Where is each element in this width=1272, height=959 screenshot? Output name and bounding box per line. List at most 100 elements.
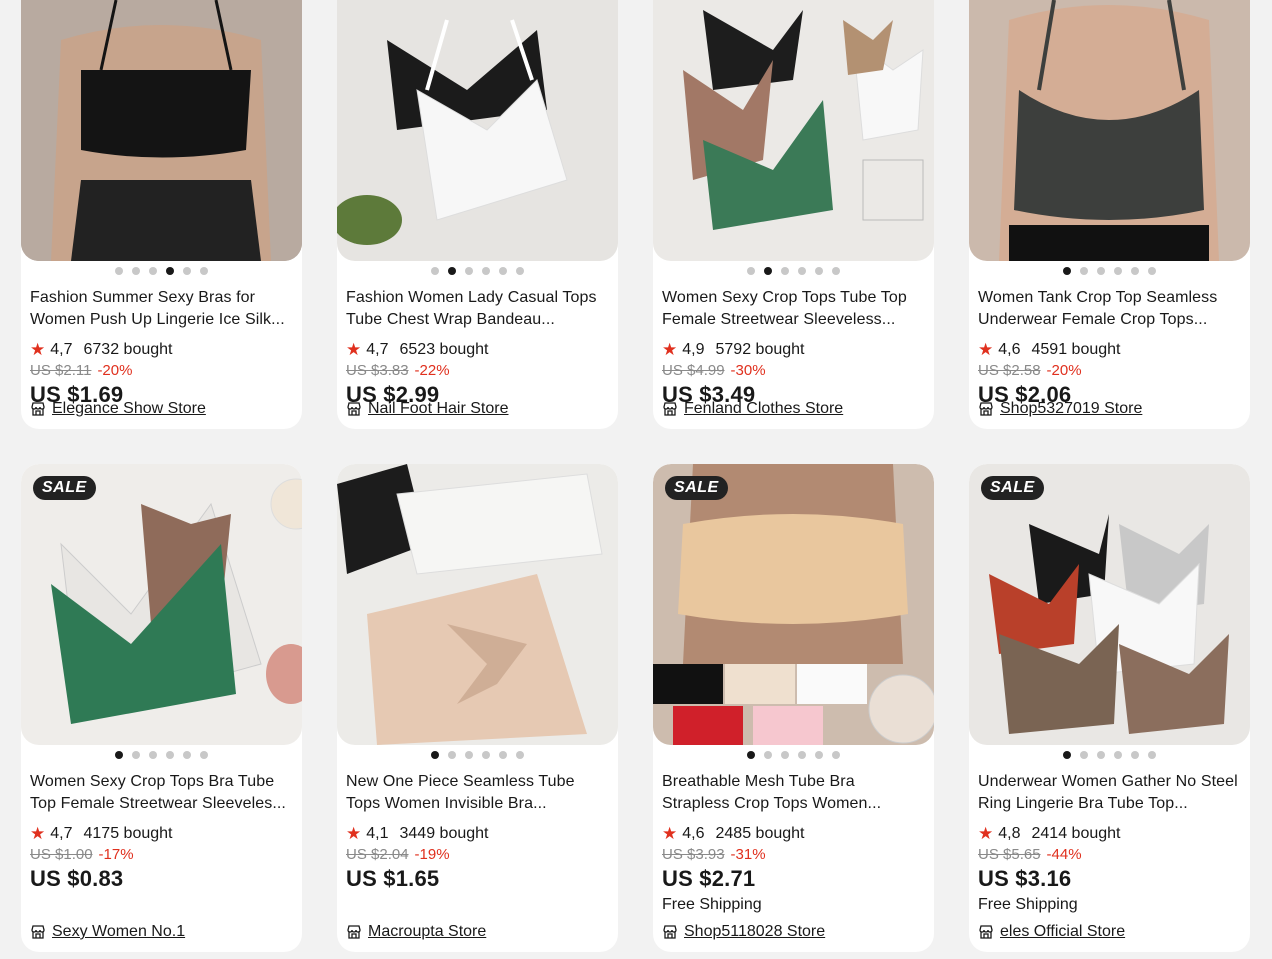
product-title[interactable]: Fashion Summer Sexy Bras for Women Push … — [30, 287, 293, 331]
carousel-dot[interactable] — [499, 267, 507, 275]
product-title[interactable]: Underwear Women Gather No Steel Ring Lin… — [978, 771, 1241, 815]
store-link[interactable]: Fenland Clothes Store — [662, 399, 843, 419]
carousel-dot[interactable] — [1114, 751, 1122, 759]
image-carousel-dots[interactable] — [21, 266, 302, 276]
carousel-dot[interactable] — [448, 267, 456, 275]
carousel-dot[interactable] — [747, 751, 755, 759]
product-title[interactable]: Fashion Women Lady Casual Tops Tube Ches… — [346, 287, 609, 331]
carousel-dot[interactable] — [781, 267, 789, 275]
image-carousel-dots[interactable] — [21, 750, 302, 760]
product-card[interactable]: Women Tank Crop Top Seamless Underwear F… — [969, 0, 1250, 429]
product-card[interactable]: SALE Underwear Women Gather No Steel Rin… — [969, 464, 1250, 952]
carousel-dot[interactable] — [115, 267, 123, 275]
carousel-dot[interactable] — [798, 267, 806, 275]
store-link[interactable]: Shop5118028 Store — [662, 922, 825, 942]
carousel-dot[interactable] — [781, 751, 789, 759]
carousel-dot[interactable] — [183, 267, 191, 275]
store-name[interactable]: Elegance Show Store — [52, 399, 206, 419]
product-image[interactable] — [21, 0, 302, 261]
carousel-dot[interactable] — [132, 267, 140, 275]
carousel-dot[interactable] — [1080, 751, 1088, 759]
image-carousel-dots[interactable] — [337, 750, 618, 760]
image-carousel-dots[interactable] — [653, 750, 934, 760]
carousel-dot[interactable] — [1097, 267, 1105, 275]
store-name[interactable]: Shop5118028 Store — [684, 922, 825, 942]
carousel-dot[interactable] — [1148, 267, 1156, 275]
product-title[interactable]: Women Tank Crop Top Seamless Underwear F… — [978, 287, 1241, 331]
star-icon: ★ — [662, 824, 678, 843]
carousel-dot[interactable] — [200, 751, 208, 759]
carousel-dot[interactable] — [431, 267, 439, 275]
image-carousel-dots[interactable] — [337, 266, 618, 276]
discount-badge: -19% — [414, 846, 450, 863]
product-card[interactable]: Fashion Summer Sexy Bras for Women Push … — [21, 0, 302, 429]
store-link[interactable]: Macroupta Store — [346, 922, 486, 942]
carousel-dot[interactable] — [832, 751, 840, 759]
store-link[interactable]: Nail Foot Hair Store — [346, 399, 509, 419]
product-title[interactable]: Breathable Mesh Tube Bra Strapless Crop … — [662, 771, 925, 815]
carousel-dot[interactable] — [448, 751, 456, 759]
product-image[interactable] — [653, 0, 934, 261]
carousel-dot[interactable] — [516, 267, 524, 275]
store-name[interactable]: Fenland Clothes Store — [684, 399, 843, 419]
carousel-dot[interactable] — [166, 267, 174, 275]
sold-count: 4175 bought — [83, 825, 173, 842]
store-name[interactable]: Nail Foot Hair Store — [368, 399, 509, 419]
carousel-dot[interactable] — [465, 267, 473, 275]
carousel-dot[interactable] — [832, 267, 840, 275]
carousel-dot[interactable] — [115, 751, 123, 759]
product-image[interactable]: SALE — [653, 464, 934, 745]
store-name[interactable]: Macroupta Store — [368, 922, 486, 942]
product-card[interactable]: Women Sexy Crop Tops Tube Top Female Str… — [653, 0, 934, 429]
carousel-dot[interactable] — [1097, 751, 1105, 759]
carousel-dot[interactable] — [764, 751, 772, 759]
product-image[interactable]: SALE — [969, 464, 1250, 745]
product-card[interactable]: SALE Breathable Mesh Tube Bra Strapless … — [653, 464, 934, 952]
carousel-dot[interactable] — [200, 267, 208, 275]
store-link[interactable]: Sexy Women No.1 — [30, 922, 185, 942]
product-title[interactable]: Women Sexy Crop Tops Bra Tube Top Female… — [30, 771, 293, 815]
product-image[interactable]: SALE — [21, 464, 302, 745]
carousel-dot[interactable] — [132, 751, 140, 759]
store-name[interactable]: Shop5327019 Store — [1000, 399, 1142, 419]
carousel-dot[interactable] — [1080, 267, 1088, 275]
carousel-dot[interactable] — [183, 751, 191, 759]
product-title[interactable]: New One Piece Seamless Tube Tops Women I… — [346, 771, 609, 815]
product-title[interactable]: Women Sexy Crop Tops Tube Top Female Str… — [662, 287, 925, 331]
carousel-dot[interactable] — [815, 267, 823, 275]
carousel-dot[interactable] — [764, 267, 772, 275]
product-card[interactable]: SALE Women Sexy Crop Tops Bra Tube Top F… — [21, 464, 302, 952]
carousel-dot[interactable] — [1148, 751, 1156, 759]
carousel-dot[interactable] — [499, 751, 507, 759]
store-link[interactable]: Shop5327019 Store — [978, 399, 1142, 419]
carousel-dot[interactable] — [1131, 267, 1139, 275]
carousel-dot[interactable] — [1131, 751, 1139, 759]
carousel-dot[interactable] — [465, 751, 473, 759]
carousel-dot[interactable] — [482, 267, 490, 275]
carousel-dot[interactable] — [1114, 267, 1122, 275]
carousel-dot[interactable] — [1063, 751, 1071, 759]
carousel-dot[interactable] — [149, 267, 157, 275]
carousel-dot[interactable] — [482, 751, 490, 759]
original-price-row: US $2.04 -19% — [346, 845, 609, 865]
store-name[interactable]: Sexy Women No.1 — [52, 922, 185, 942]
carousel-dot[interactable] — [747, 267, 755, 275]
carousel-dot[interactable] — [798, 751, 806, 759]
carousel-dot[interactable] — [815, 751, 823, 759]
carousel-dot[interactable] — [166, 751, 174, 759]
image-carousel-dots[interactable] — [653, 266, 934, 276]
carousel-dot[interactable] — [516, 751, 524, 759]
product-image[interactable] — [337, 0, 618, 261]
product-image[interactable] — [969, 0, 1250, 261]
carousel-dot[interactable] — [149, 751, 157, 759]
store-name[interactable]: eles Official Store — [1000, 922, 1125, 942]
store-link[interactable]: eles Official Store — [978, 922, 1125, 942]
product-card[interactable]: New One Piece Seamless Tube Tops Women I… — [337, 464, 618, 952]
product-card[interactable]: Fashion Women Lady Casual Tops Tube Ches… — [337, 0, 618, 429]
carousel-dot[interactable] — [431, 751, 439, 759]
product-image[interactable] — [337, 464, 618, 745]
carousel-dot[interactable] — [1063, 267, 1071, 275]
store-link[interactable]: Elegance Show Store — [30, 399, 206, 419]
image-carousel-dots[interactable] — [969, 266, 1250, 276]
image-carousel-dots[interactable] — [969, 750, 1250, 760]
